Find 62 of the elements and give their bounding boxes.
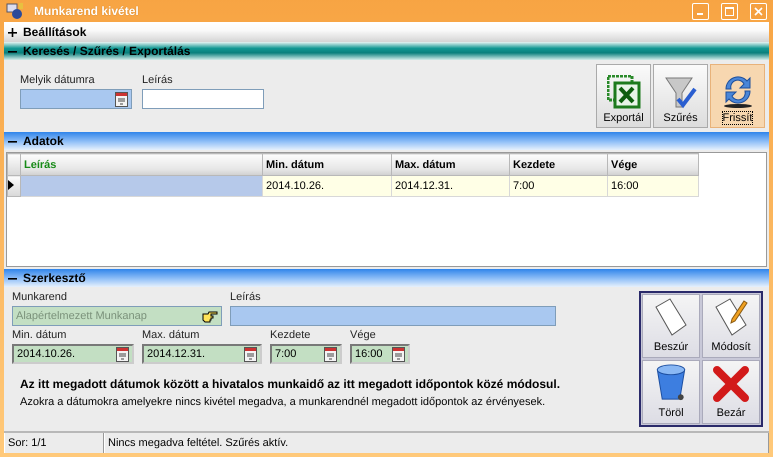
app-icon xyxy=(6,2,24,20)
field-label: Leírás xyxy=(230,291,262,303)
section-header[interactable]: Szerkesztő xyxy=(4,269,769,287)
calendar-icon[interactable] xyxy=(392,346,405,362)
column-header[interactable]: Min. dátum xyxy=(262,154,392,176)
date-field[interactable]: 2014.12.31. xyxy=(142,344,262,364)
status-text: Nincs megadva feltétel. Szűrés aktív. xyxy=(104,433,769,453)
info-text: Az itt megadott dátumok között a hivatalos munkaidő az itt megadott időpontok közé módosul. xyxy=(20,377,562,391)
table-cell: 2014.10.26. xyxy=(262,176,392,196)
table-cell: 7:00 xyxy=(510,176,608,196)
date-field[interactable]: 7:00 xyxy=(270,344,342,364)
page-pencil-icon xyxy=(714,297,748,337)
window-title: Munkarend kivétel xyxy=(34,4,140,18)
current-row-icon xyxy=(8,180,14,190)
toolbar-button[interactable]: Exportál xyxy=(596,64,651,128)
close-icon xyxy=(754,6,763,16)
toolbar-button[interactable]: Frissít xyxy=(710,64,765,128)
column-header[interactable]: Kezdete xyxy=(510,154,608,176)
maximize-icon xyxy=(725,6,734,16)
row-header xyxy=(8,154,20,176)
field-label: Vége xyxy=(350,329,377,341)
column-header[interactable]: Leírás xyxy=(20,154,262,176)
section-title: Szerkesztő xyxy=(22,271,87,285)
funnel-check-icon xyxy=(664,75,698,109)
table-cell: 16:00 xyxy=(608,176,698,196)
text-field[interactable] xyxy=(230,306,556,326)
section-header[interactable]: Adatok xyxy=(4,132,769,150)
section-title: Keresés / Szűrés / Exportálás xyxy=(22,44,192,58)
action-button[interactable]: Bezár xyxy=(702,360,760,424)
date-field[interactable]: 16:00 xyxy=(350,344,410,364)
calendar-icon[interactable] xyxy=(116,346,129,362)
section-header[interactable]: Beállítások xyxy=(4,22,769,42)
section-title: Beállítások xyxy=(22,25,88,39)
field-label: Leírás xyxy=(142,74,174,86)
calendar-icon[interactable] xyxy=(324,346,337,362)
field-label: Melyik dátumra xyxy=(20,74,96,86)
text-field[interactable] xyxy=(142,89,264,109)
date-field[interactable]: 2014.10.26. xyxy=(12,344,134,364)
section-title: Adatok xyxy=(22,134,65,148)
action-button[interactable]: Módosít xyxy=(702,294,760,358)
action-button[interactable]: Töröl xyxy=(642,360,700,424)
row-indicator[interactable] xyxy=(8,176,20,196)
field-label: Max. dátum xyxy=(142,329,200,341)
field-label: Kezdete xyxy=(270,329,312,341)
info-text: Azokra a dátumokra amelyekre nincs kivétel megadva, a munkarendnél megadott időpontok az érvényesek. xyxy=(20,396,546,408)
trash-bin-icon xyxy=(655,362,687,403)
toolbar-button[interactable]: Szűrés xyxy=(653,64,708,128)
calendar-icon[interactable] xyxy=(244,346,257,362)
calendar-icon[interactable] xyxy=(115,92,128,106)
date-field[interactable] xyxy=(20,89,132,109)
column-header[interactable]: Vége xyxy=(608,154,698,176)
field-label: Munkarend xyxy=(12,291,68,303)
blank-page-icon xyxy=(654,297,688,337)
field-label: Min. dátum xyxy=(12,329,68,341)
action-button[interactable]: Beszúr xyxy=(642,294,700,358)
table-cell: 2014.12.31. xyxy=(392,176,510,196)
column-header[interactable]: Max. dátum xyxy=(392,154,510,176)
spreadsheet-icon xyxy=(606,75,640,109)
expand-icon[interactable] xyxy=(8,28,17,36)
section-header[interactable]: Keresés / Szűrés / Exportálás xyxy=(4,42,769,60)
status-text: Sor: 1/1 xyxy=(4,433,104,453)
close-icon xyxy=(712,365,750,403)
